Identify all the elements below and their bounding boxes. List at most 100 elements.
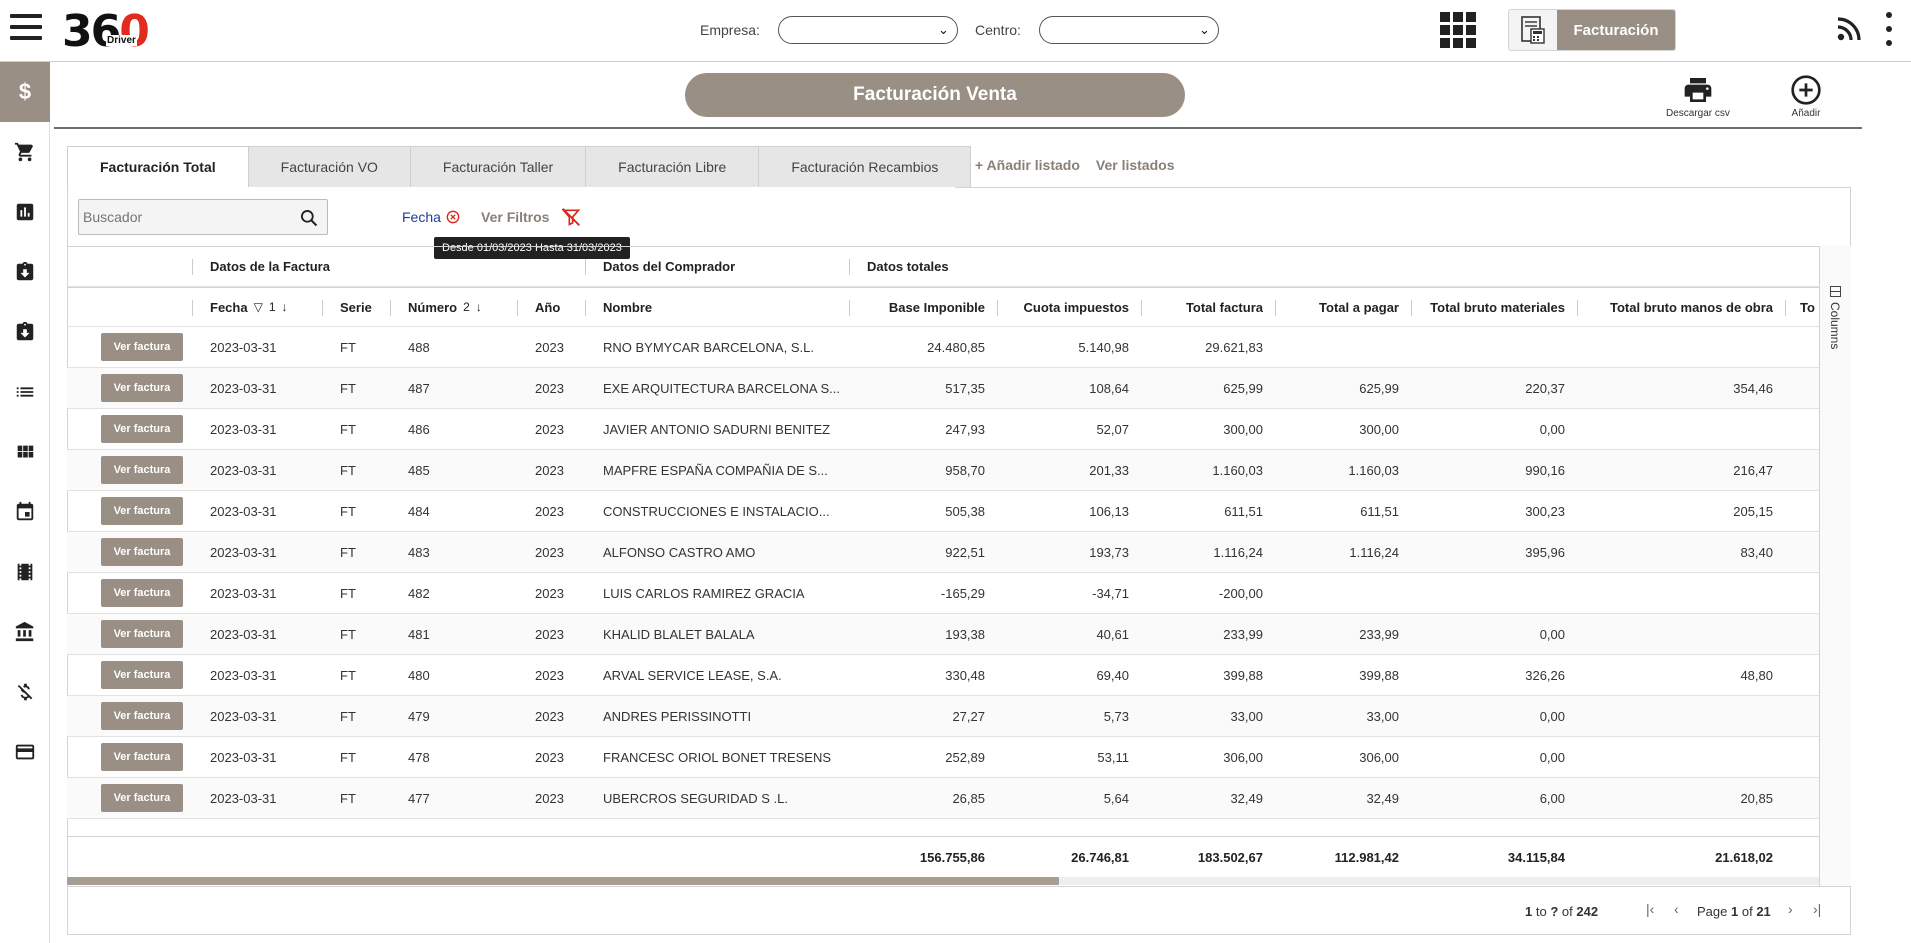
menu-icon[interactable] [10,14,42,40]
cell-cuota: 69,40 [1096,667,1129,683]
more-vert-icon[interactable] [1886,12,1892,46]
col-fecha[interactable]: Fecha ▽ 1 ↓ [210,288,288,326]
cell-serie: FT [340,708,356,724]
next-page-icon[interactable]: › [1788,901,1793,917]
horizontal-scrollbar[interactable] [67,877,1819,885]
ver-factura-button[interactable]: Ver factura [101,456,183,484]
cell-materiales: 395,96 [1525,544,1565,560]
logo[interactable]: 36 0 Driver [62,8,150,54]
cell-materiales: 0,00 [1539,421,1565,437]
ver-factura-button[interactable]: Ver factura [101,538,183,566]
pagination: 1 to ? of 242 |‹ ‹ Page 1 of 21 › ›| [67,886,1851,935]
sidebar-item-charts[interactable] [0,182,50,242]
print-icon [1684,78,1712,102]
ver-factura-button[interactable]: Ver factura [101,415,183,443]
cell-anio: 2023 [535,708,564,724]
col-total-factura[interactable]: Total factura [1141,288,1263,326]
ver-factura-button[interactable]: Ver factura [101,497,183,525]
add-button[interactable]: Añadir [1789,74,1823,119]
ver-factura-button[interactable]: Ver factura [101,374,183,402]
ver-filtros-link[interactable]: Ver Filtros [481,209,549,225]
download-csv-button[interactable]: Descargar csv [1666,74,1730,119]
filter-icon[interactable]: ▽ [254,300,263,314]
rss-icon[interactable] [1836,16,1862,42]
ver-factura-button[interactable]: Ver factura [101,702,183,730]
col-total-mano-obra[interactable]: Total bruto manos de obra [1577,288,1773,326]
col-total-materiales[interactable]: Total bruto materiales [1411,288,1565,326]
cell-fecha: 2023-03-31 [210,380,277,396]
sidebar-item-facturacion[interactable]: $ [0,62,50,122]
col-numero[interactable]: Número 2 ↓ [408,288,482,326]
sidebar-item-money-off[interactable] [0,662,50,722]
apps-grid-icon[interactable] [1440,12,1476,48]
ver-factura-button[interactable]: Ver factura [101,784,183,812]
cell-nombre: CONSTRUCCIONES E INSTALACIO... [603,503,830,519]
ver-factura-button[interactable]: Ver factura [101,333,183,361]
cell-base: 517,35 [945,380,985,396]
col-cuota-impuestos[interactable]: Cuota impuestos [997,288,1129,326]
remove-filter-icon[interactable] [446,210,460,224]
sidebar-item-calendar[interactable] [0,482,50,542]
empresa-select[interactable]: ⌄ [777,16,958,44]
columns-side-panel[interactable]: Columns [1819,246,1851,886]
cell-total: 306,00 [1223,749,1263,765]
cell-cuota: 40,61 [1096,626,1129,642]
sidebar-item-entradas[interactable] [0,242,50,302]
sidebar-item-bank[interactable] [0,602,50,662]
cell-pagar: 233,99 [1359,626,1399,642]
centro-select[interactable]: ⌄ [1038,16,1219,44]
table-row: Ver factura 2023-03-31 FT 477 2023 UBERCROS S… [67,778,1819,819]
cell-total: 33,00 [1230,708,1263,724]
tab-facturacion-total[interactable]: Facturación Total [67,146,249,188]
add-list-link[interactable]: + Añadir listado [975,157,1080,173]
ver-factura-button[interactable]: Ver factura [101,743,183,771]
sidebar-item-cart[interactable] [0,122,50,182]
tab-facturacion-libre[interactable]: Facturación Libre [586,146,760,188]
fecha-filter-chip[interactable]: Fecha [402,209,460,225]
col-total-pagar[interactable]: Total a pagar [1275,288,1399,326]
columns-icon [1829,286,1841,297]
view-lists-link[interactable]: Ver listados [1096,157,1175,173]
table-row: Ver factura 2023-03-31 FT 485 2023 MAPFRE ESP… [67,450,1819,491]
first-page-icon[interactable]: |‹ [1646,901,1654,917]
ver-factura-button[interactable]: Ver factura [101,579,183,607]
group-header-row: Datos de la Factura Datos del Comprador … [67,247,1819,287]
tab-facturacion-taller[interactable]: Facturación Taller [410,146,587,188]
col-nombre[interactable]: Nombre [603,288,652,326]
sidebar-item-apps[interactable] [0,422,50,482]
ver-factura-button[interactable]: Ver factura [101,661,183,689]
col-serie[interactable]: Serie [340,288,372,326]
filter-off-icon[interactable] [561,207,581,227]
sidebar-item-list[interactable] [0,362,50,422]
module-button[interactable]: Facturación [1508,9,1676,51]
prev-page-icon[interactable]: ‹ [1674,901,1679,917]
sidebar-item-card[interactable] [0,722,50,782]
cell-fecha: 2023-03-31 [210,749,277,765]
cell-nombre: LUIS CARLOS RAMIREZ GRACIA [603,585,805,601]
tab-facturacion-recambios[interactable]: Facturación Recambios [759,146,972,188]
last-page-icon[interactable]: ›| [1813,901,1821,917]
cell-nombre: UBERCROS SEGURIDAD S .L. [603,790,788,806]
col-next-partial[interactable]: To [1800,288,1815,326]
search-input[interactable] [79,200,294,234]
cell-numero: 488 [408,339,430,355]
tab-facturacion-vo[interactable]: Facturación VO [248,146,411,188]
search-icon[interactable] [299,208,319,228]
money-off-icon [17,683,33,701]
chevron-down-icon: ⌄ [938,22,949,37]
sidebar-item-film[interactable] [0,542,50,602]
col-base-imponible[interactable]: Base Imponible [849,288,985,326]
ver-factura-button[interactable]: Ver factura [101,620,183,648]
invoice-grid: Datos de la Factura Datos del Comprador … [67,246,1819,886]
scrollbar-thumb[interactable] [67,877,1059,885]
cell-total: -200,00 [1218,585,1263,601]
cell-serie: FT [340,626,356,642]
cell-materiales [1411,327,1565,367]
cell-numero: 481 [408,626,430,642]
columns-tab[interactable]: Columns [1828,286,1842,349]
table-row: Ver factura 2023-03-31 FT 483 2023 ALFONSO CA… [67,532,1819,573]
cell-base: 330,48 [945,667,985,683]
sidebar-item-salidas[interactable] [0,302,50,362]
cell-nombre: ALFONSO CASTRO AMO [603,544,756,560]
col-anio[interactable]: Año [535,288,560,326]
